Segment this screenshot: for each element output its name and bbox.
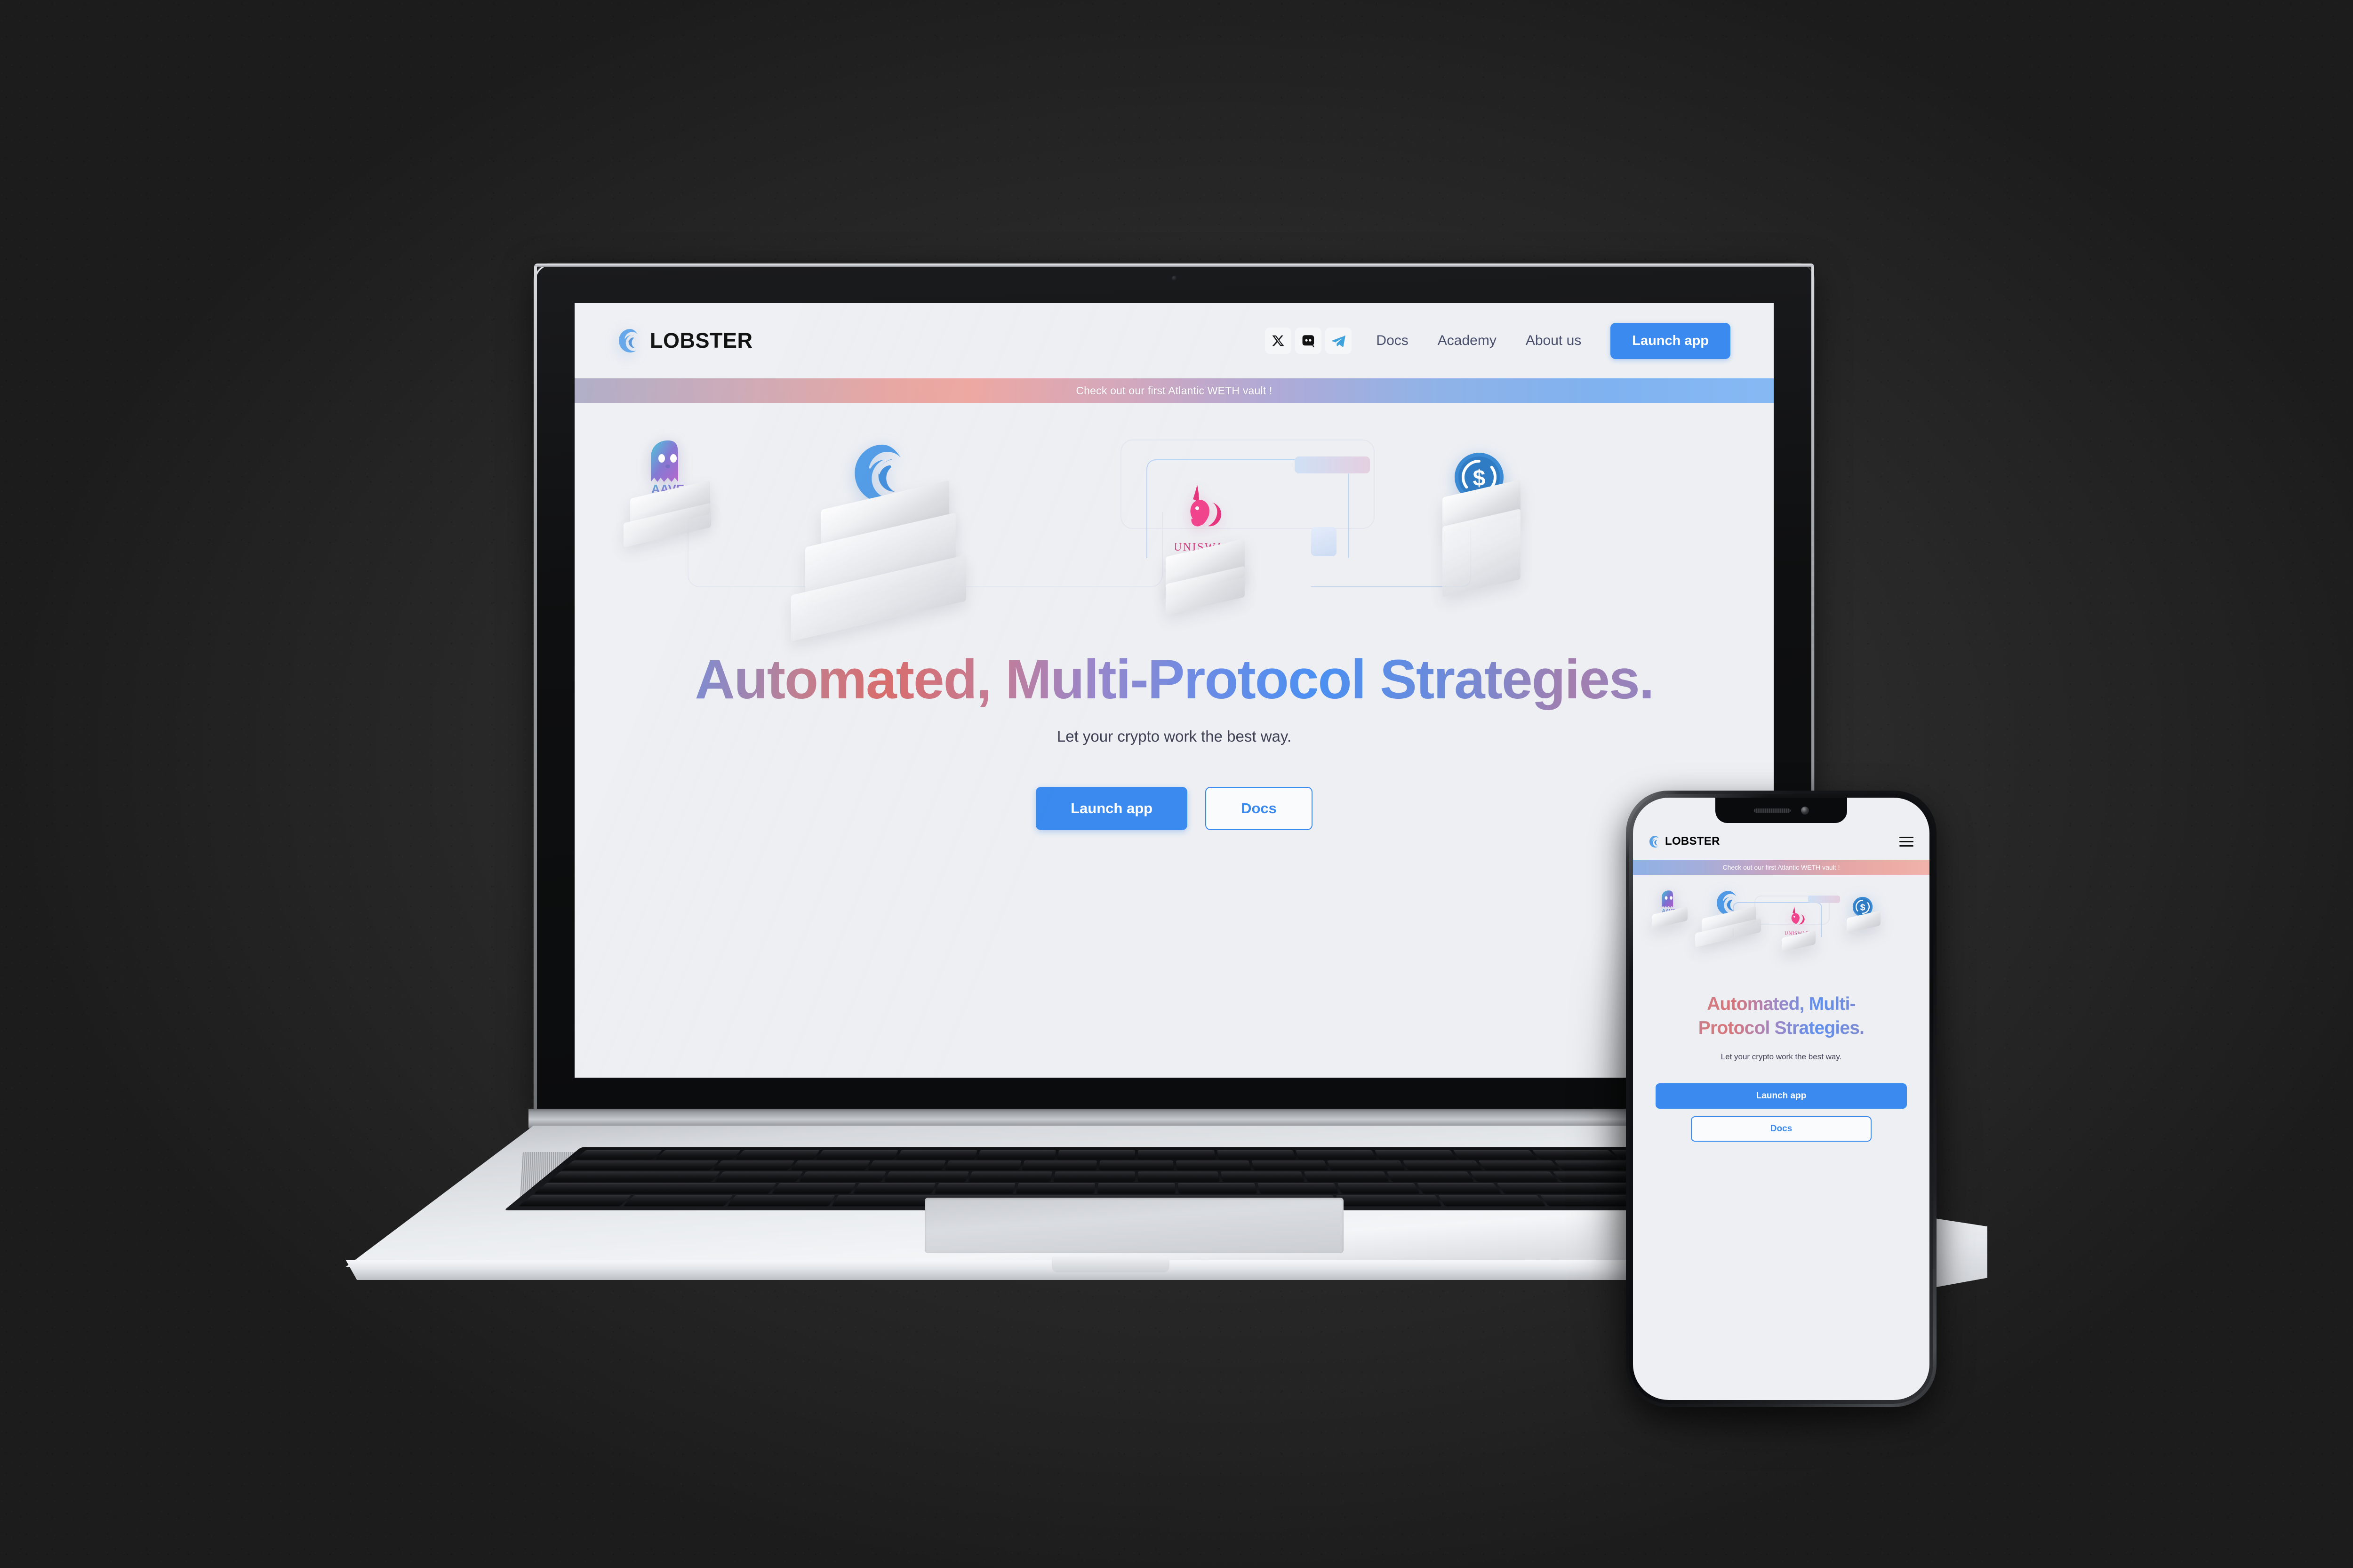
- mobile-node-lobster: [1695, 890, 1761, 948]
- nav-link-about-us[interactable]: About us: [1526, 333, 1581, 349]
- social-links: [1265, 328, 1352, 354]
- lobster-claw-icon: [619, 329, 638, 352]
- hero-cta-row: Launch app Docs: [575, 787, 1774, 830]
- mobile-announcement-text: Check out our first Atlantic WETH vault …: [1722, 864, 1840, 871]
- phone-screen: LOBSTER Check out our first Atlantic WET…: [1633, 798, 1929, 1400]
- mobile-node-usdc: $: [1847, 896, 1881, 934]
- lobster-claw-icon-mobile: [1649, 835, 1659, 848]
- discord-glyph: [1302, 335, 1314, 347]
- announcement-text: Check out our first Atlantic WETH vault …: [1076, 384, 1273, 397]
- nav-links: Docs Academy About us: [1376, 333, 1581, 349]
- phone-notch: [1715, 798, 1847, 823]
- hero-headline: Automated, Multi-Protocol Strategies.: [575, 648, 1774, 712]
- mobile-node-uniswap: UNISWAP: [1782, 906, 1816, 952]
- docs-button-hero[interactable]: Docs: [1205, 787, 1313, 830]
- mobile-hero-subheadline: Let your crypto work the best way.: [1721, 1052, 1842, 1062]
- mobile-hero-headline: Automated, Multi- Protocol Strategies.: [1633, 992, 1929, 1040]
- svg-text:$: $: [1473, 466, 1486, 491]
- wire-chip-side: [1311, 527, 1337, 556]
- lid-top-highlight: [534, 264, 1814, 267]
- telegram-icon[interactable]: [1325, 328, 1352, 354]
- svg-text:$: $: [1860, 902, 1865, 912]
- mobile-plinth-usdc: [1847, 910, 1881, 934]
- mobile-announcement-banner[interactable]: Check out our first Atlantic WETH vault …: [1633, 860, 1929, 875]
- telegram-glyph: [1332, 335, 1346, 347]
- brand-logo[interactable]: LOBSTER: [618, 328, 753, 353]
- mockup-scene: LOBSTER Docs Academy About us Launch app…: [0, 0, 2353, 1568]
- mobile-navbar: LOBSTER: [1633, 823, 1929, 860]
- protocol-node-uniswap: UNISWAP: [1166, 483, 1245, 616]
- hero-subheadline: Let your crypto work the best way.: [1056, 728, 1292, 745]
- protocol-node-usdc: $: [1442, 452, 1521, 598]
- hamburger-menu-icon[interactable]: [1899, 836, 1913, 847]
- mobile-brand-name: LOBSTER: [1665, 835, 1720, 848]
- webcam-icon: [1172, 276, 1177, 281]
- laptop-trackpad[interactable]: [925, 1198, 1344, 1253]
- navbar-right: Docs Academy About us Launch app: [1265, 322, 1730, 359]
- announcement-banner[interactable]: Check out our first Atlantic WETH vault …: [575, 378, 1774, 403]
- laptop-open-notch: [1052, 1256, 1169, 1272]
- x-twitter-icon[interactable]: [1265, 328, 1292, 354]
- protocol-node-lobster: [791, 442, 966, 641]
- launch-app-button-hero[interactable]: Launch app: [1036, 787, 1188, 830]
- laptop-screen: LOBSTER Docs Academy About us Launch app…: [575, 303, 1774, 1078]
- discord-icon[interactable]: [1295, 328, 1322, 354]
- nav-link-academy[interactable]: Academy: [1438, 333, 1497, 349]
- mobile-launch-app-button[interactable]: Launch app: [1656, 1083, 1907, 1109]
- nav-link-docs[interactable]: Docs: [1376, 333, 1408, 349]
- lid-left-highlight: [534, 266, 537, 1111]
- phone-frame: LOBSTER Check out our first Atlantic WET…: [1626, 791, 1937, 1407]
- uniswap-logo-mobile: UNISWAP: [1785, 906, 1809, 936]
- phone-device: LOBSTER Check out our first Atlantic WET…: [1598, 791, 1987, 1440]
- mobile-node-aave: AAVE: [1652, 890, 1688, 929]
- x-twitter-glyph: [1272, 335, 1284, 346]
- wire-chip-top: [1295, 456, 1370, 473]
- mobile-wire-chip: [1808, 896, 1840, 903]
- mobile-hero-illustration: AAVE: [1633, 880, 1929, 988]
- website-mobile: LOBSTER Check out our first Atlantic WET…: [1633, 798, 1929, 1400]
- earpiece-speaker-icon: [1753, 808, 1791, 813]
- hero-illustration: AAVE UNISWAP $: [575, 423, 1774, 641]
- site-navbar: LOBSTER Docs Academy About us Launch app: [575, 303, 1774, 378]
- mobile-cta-row: Launch app Docs: [1633, 1083, 1929, 1142]
- hero-section: AAVE UNISWAP $ Automated, Multi-Protocol…: [575, 403, 1774, 830]
- brand-name: LOBSTER: [650, 328, 753, 352]
- mobile-docs-button[interactable]: Docs: [1690, 1116, 1872, 1142]
- website-desktop: LOBSTER Docs Academy About us Launch app…: [575, 303, 1774, 1078]
- mobile-headline-line-2: Protocol Strategies.: [1698, 1017, 1865, 1038]
- launch-app-button-nav[interactable]: Launch app: [1610, 322, 1730, 359]
- mobile-headline-line-1: Automated, Multi-: [1707, 994, 1856, 1014]
- mobile-brand-logo[interactable]: LOBSTER: [1649, 835, 1720, 848]
- front-camera-icon: [1801, 806, 1809, 815]
- uniswap-logo: UNISWAP: [1174, 485, 1231, 553]
- protocol-node-aave: AAVE: [624, 440, 711, 548]
